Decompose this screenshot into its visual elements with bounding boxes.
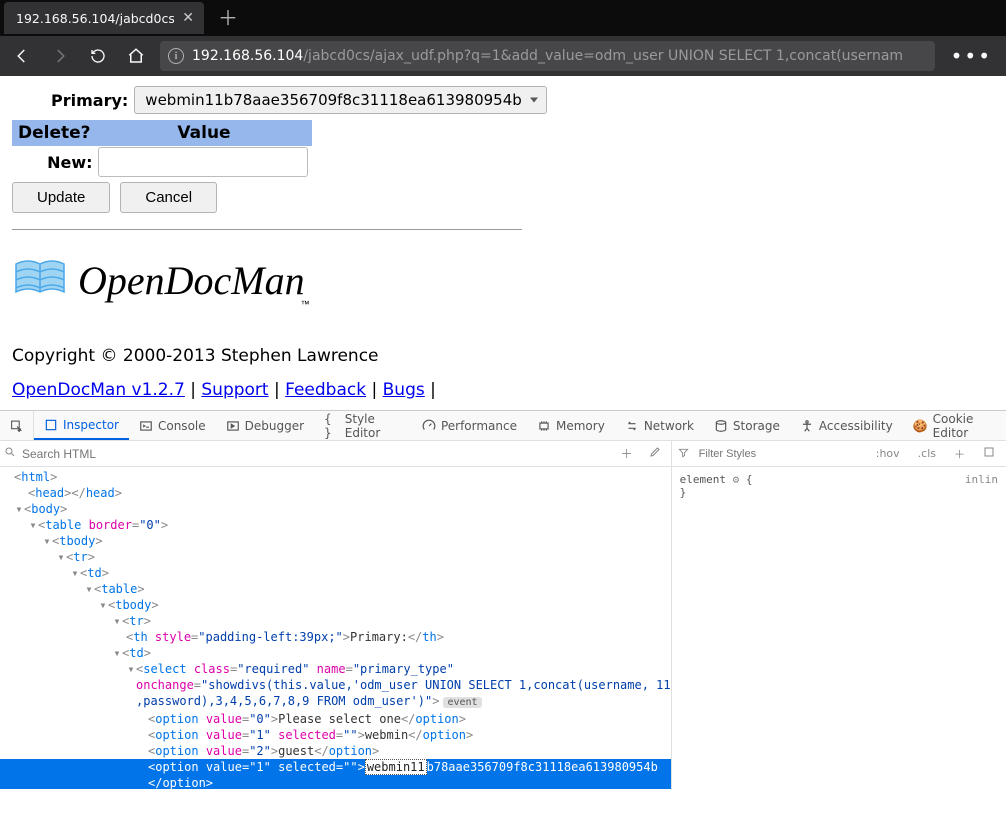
link-version[interactable]: OpenDocMan v1.2.7	[12, 380, 185, 400]
tab-bar: 192.168.56.104/jabcd0cs/aj ✕ ＋	[0, 0, 1006, 36]
logo-text: OpenDocMan™	[78, 257, 314, 305]
book-icon	[12, 254, 68, 308]
copyright: Copyright © 2000-2013 Stephen Lawrence	[12, 346, 994, 366]
add-rule-button[interactable]: ＋	[949, 445, 970, 463]
cookie-icon: 🍪	[913, 419, 928, 433]
divider	[12, 229, 522, 230]
filter-styles-input[interactable]	[697, 447, 863, 461]
devtools-toolbar: Inspector Console Debugger { } Style Edi…	[0, 411, 1006, 441]
search-icon	[4, 446, 16, 461]
tab-console[interactable]: Console	[129, 411, 216, 440]
reload-icon	[90, 48, 106, 64]
arrow-left-icon	[13, 47, 31, 65]
filter-icon	[678, 447, 689, 461]
nav-bar: i 192.168.56.104/jabcd0cs/ajax_udf.php?q…	[0, 36, 1006, 76]
tab-network[interactable]: Network	[615, 411, 704, 440]
url-text: 192.168.56.104/jabcd0cs/ajax_udf.php?q=1…	[192, 48, 903, 64]
new-tab-button[interactable]: ＋	[204, 8, 252, 28]
new-label: New:	[12, 146, 97, 178]
tab-cookie-editor[interactable]: 🍪 Cookie Editor	[903, 411, 1006, 440]
arrow-right-icon	[51, 47, 69, 65]
hov-toggle[interactable]: :hov	[871, 446, 905, 461]
value-table: Delete? Value New:	[12, 120, 312, 178]
selected-html-line[interactable]: <option value="1" selected="">webmin11b7…	[0, 759, 671, 775]
home-icon	[127, 47, 145, 65]
braces-icon: { }	[324, 412, 340, 440]
tab-memory[interactable]: Memory	[527, 411, 615, 440]
html-tree[interactable]: <html> <head></head> ▾<body> ▾<table bor…	[0, 467, 671, 789]
tab-debugger[interactable]: Debugger	[216, 411, 314, 440]
page-actions-icon[interactable]: •••	[945, 44, 998, 68]
tab-storage[interactable]: Storage	[704, 411, 790, 440]
page-content: Primary: webmin11b78aae356709f8c31118ea6…	[0, 76, 1006, 410]
th-delete: Delete?	[12, 120, 97, 146]
search-html-input[interactable]	[20, 446, 611, 462]
devtools: Inspector Console Debugger { } Style Edi…	[0, 410, 1006, 789]
cancel-button[interactable]: Cancel	[120, 182, 217, 213]
browser-tab[interactable]: 192.168.56.104/jabcd0cs/aj ✕	[4, 2, 204, 34]
devtools-html-pane: ＋ <html> <head></head> ▾<body> ▾<table b…	[0, 441, 672, 789]
tab-style-editor[interactable]: { } Style Editor	[314, 411, 412, 440]
tab-accessibility[interactable]: Accessibility	[790, 411, 903, 440]
forward-button[interactable]	[46, 42, 74, 70]
primary-select[interactable]: webmin11b78aae356709f8c31118ea613980954b	[134, 86, 547, 114]
add-node-button[interactable]: ＋	[615, 445, 639, 462]
styles-more-icon[interactable]	[978, 445, 1000, 462]
footer-links: OpenDocMan v1.2.7 | Support | Feedback |…	[12, 380, 994, 400]
tab-performance[interactable]: Performance	[412, 411, 527, 440]
back-button[interactable]	[8, 42, 36, 70]
cls-toggle[interactable]: .cls	[913, 446, 941, 461]
home-button[interactable]	[122, 42, 150, 70]
link-feedback[interactable]: Feedback	[285, 380, 366, 400]
new-value-input[interactable]	[98, 147, 308, 177]
link-bugs[interactable]: Bugs	[383, 380, 425, 400]
update-button[interactable]: Update	[12, 182, 110, 213]
logo: OpenDocMan™	[12, 254, 994, 308]
edit-html-button[interactable]	[643, 446, 667, 461]
site-info-icon[interactable]: i	[168, 48, 184, 64]
th-value: Value	[97, 120, 312, 146]
close-tab-icon[interactable]: ✕	[182, 11, 194, 25]
url-bar[interactable]: i 192.168.56.104/jabcd0cs/ajax_udf.php?q…	[160, 41, 935, 71]
tab-title: 192.168.56.104/jabcd0cs/aj	[16, 11, 174, 26]
browser-chrome: 192.168.56.104/jabcd0cs/aj ✕ ＋ i 192.168…	[0, 0, 1006, 76]
link-support[interactable]: Support	[201, 380, 268, 400]
styles-body[interactable]: element ⚙ {inlin }	[672, 467, 1006, 505]
pick-element-button[interactable]	[0, 411, 34, 440]
primary-label: Primary:	[12, 91, 128, 110]
tab-inspector[interactable]: Inspector	[34, 411, 129, 440]
devtools-styles-pane: :hov .cls ＋ element ⚙ {inlin }	[672, 441, 1006, 789]
reload-button[interactable]	[84, 42, 112, 70]
